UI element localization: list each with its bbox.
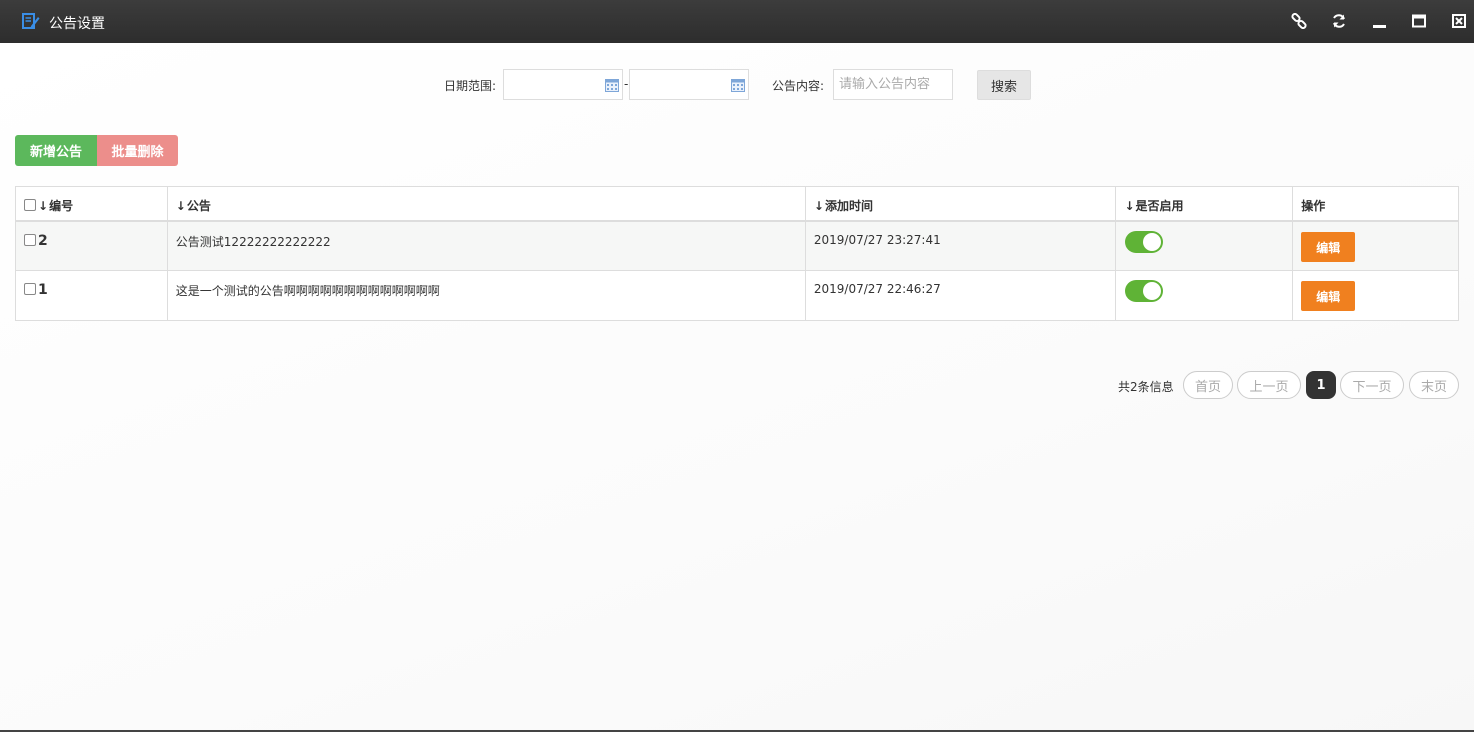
column-header-enabled-label: 是否启用 [1135,199,1184,213]
sort-arrow-icon: ↓ [1124,199,1135,213]
enabled-toggle[interactable] [1125,231,1164,253]
column-header-notice-label: 公告 [186,199,211,213]
first-page-button[interactable]: 首页 [1183,371,1233,399]
toggle-knob [1143,282,1162,300]
date-end-input[interactable] [629,69,749,100]
row-checkbox[interactable] [24,234,36,246]
link-icon[interactable] [1289,11,1309,31]
calendar-icon[interactable] [731,79,745,92]
row-operation-cell: 编辑 [1293,222,1458,270]
main-content: 日期范围: - 公告内容: 搜索 新增公告 [0,43,1474,732]
sort-arrow-icon: ↓ [38,199,49,213]
last-page-button[interactable]: 末页 [1409,371,1459,399]
column-header-operation-label: 操作 [1301,199,1326,213]
table-row: 1 这是一个测试的公告啊啊啊啊啊啊啊啊啊啊啊啊啊 2019/07/27 22:4… [16,271,1458,320]
close-icon[interactable] [1449,11,1469,31]
column-header-notice[interactable]: ↓公告 [168,187,806,220]
row-id: 1 [38,282,48,298]
edit-button[interactable]: 编辑 [1301,232,1356,262]
row-enabled-cell [1116,271,1294,320]
row-notice-cell: 公告测试12222222222222 [168,222,806,270]
row-id: 2 [38,233,48,249]
date-separator: - [624,77,629,91]
window-title: 公告设置 [49,16,105,32]
row-notice-cell: 这是一个测试的公告啊啊啊啊啊啊啊啊啊啊啊啊啊 [168,271,806,320]
row-id-cell: 1 [16,271,168,320]
table-header-row: ↓编号 ↓公告 ↓添加时间 ↓是否启用 操作 [16,187,1458,222]
minimize-icon[interactable] [1369,11,1389,31]
content-label: 公告内容: [772,79,825,93]
select-all-checkbox[interactable] [24,199,36,211]
pagination: 共2条信息 首页 上一页 1 下一页 末页 [0,371,1474,399]
content-search-input[interactable] [833,69,953,100]
column-header-operation: 操作 [1293,187,1458,220]
row-added-time-cell: 2019/07/27 22:46:27 [806,271,1117,320]
row-id-cell: 2 [16,222,168,270]
sort-arrow-icon: ↓ [175,199,186,213]
column-header-added-time-label: 添加时间 [824,199,873,213]
current-page-button[interactable]: 1 [1306,371,1336,399]
column-header-id-label: 编号 [49,199,74,213]
enabled-toggle[interactable] [1125,280,1164,302]
window-titlebar: 公告设置 [0,0,1474,43]
column-header-enabled[interactable]: ↓是否启用 [1116,187,1294,220]
search-form: 日期范围: - 公告内容: 搜索 [0,69,1474,101]
date-range-label: 日期范围: [444,79,497,93]
next-page-button[interactable]: 下一页 [1340,371,1404,399]
calendar-icon[interactable] [605,79,619,92]
add-notice-button[interactable]: 新增公告 [15,135,97,166]
row-checkbox[interactable] [24,283,36,295]
batch-delete-button[interactable]: 批量删除 [97,135,178,166]
row-added-time-cell: 2019/07/27 23:27:41 [806,222,1117,270]
maximize-icon[interactable] [1409,11,1429,31]
search-button[interactable]: 搜索 [977,70,1031,100]
row-enabled-cell [1116,222,1294,270]
row-operation-cell: 编辑 [1293,271,1458,320]
column-header-id[interactable]: ↓编号 [16,187,168,220]
refresh-icon[interactable] [1329,11,1349,31]
notice-table: ↓编号 ↓公告 ↓添加时间 ↓是否启用 操作 2 公告测试12222222222… [15,186,1459,321]
edit-button[interactable]: 编辑 [1301,281,1356,311]
sort-arrow-icon: ↓ [813,199,824,213]
toggle-knob [1143,233,1162,251]
prev-page-button[interactable]: 上一页 [1237,371,1301,399]
edit-icon [22,12,40,30]
pagination-total: 共2条信息 [1118,380,1174,394]
date-start-input[interactable] [503,69,623,100]
table-row: 2 公告测试12222222222222 2019/07/27 23:27:41… [16,222,1458,271]
column-header-added-time[interactable]: ↓添加时间 [806,187,1117,220]
